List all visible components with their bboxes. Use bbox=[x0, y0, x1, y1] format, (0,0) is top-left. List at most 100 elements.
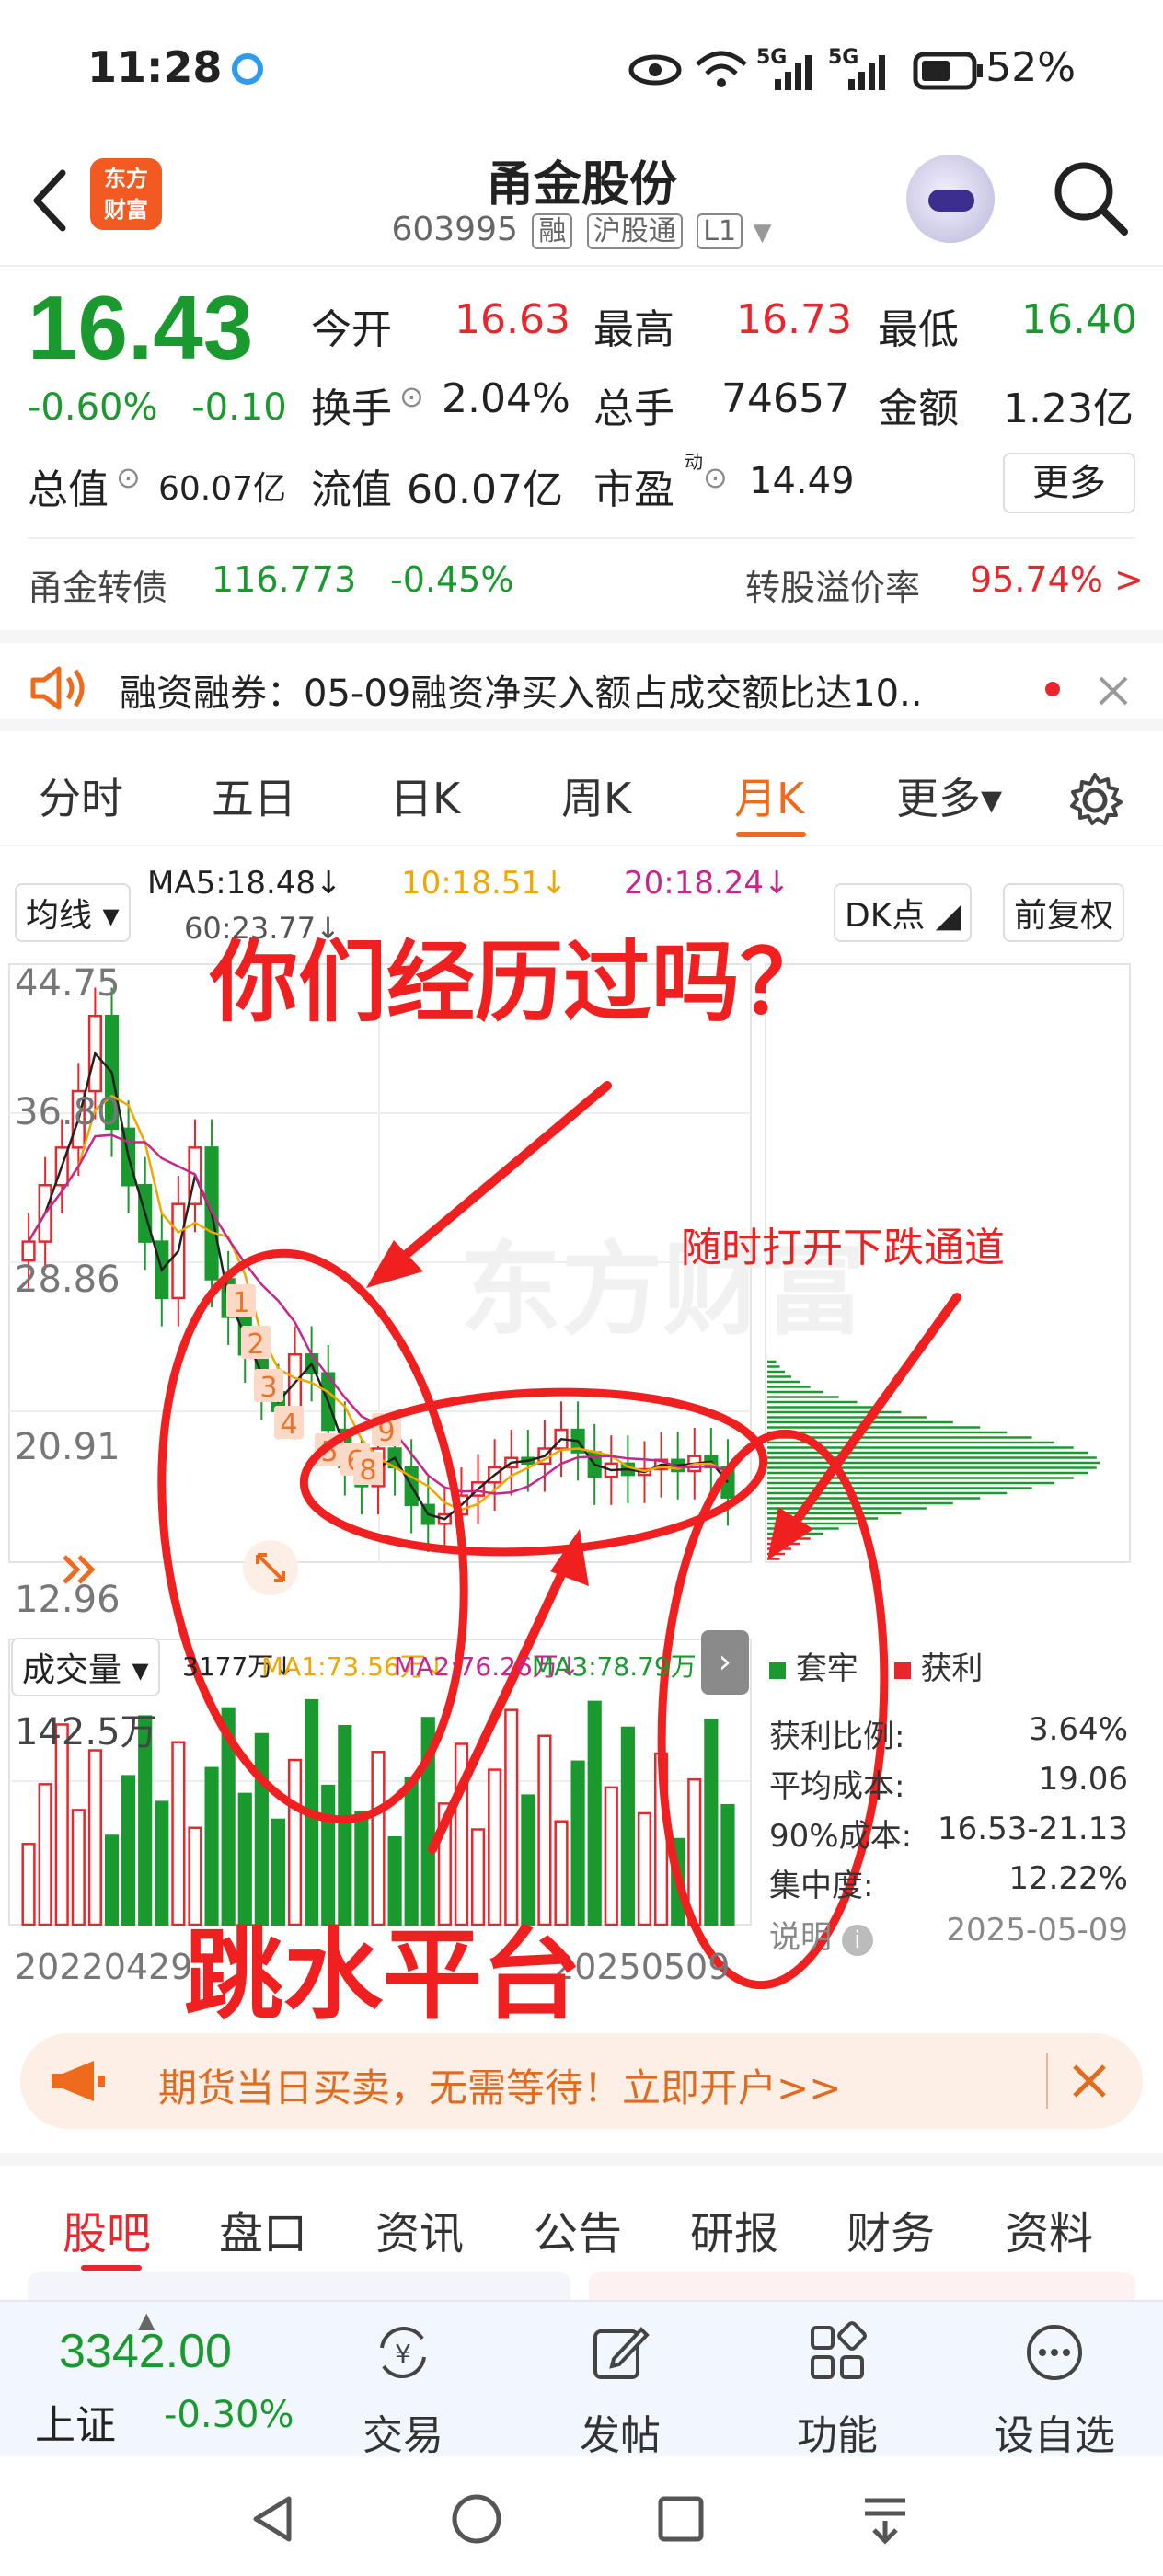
tab-more[interactable]: 更多▾ bbox=[896, 765, 1002, 826]
gear-icon[interactable] bbox=[1065, 771, 1124, 830]
signal-marker-label: 3 bbox=[259, 1372, 277, 1404]
volume-bar bbox=[38, 1783, 52, 1926]
vol-max-label: 142.5万 bbox=[15, 1711, 157, 1754]
tab-orderbook[interactable]: 盘口 bbox=[219, 2197, 307, 2261]
tab-announcements[interactable]: 公告 bbox=[534, 2197, 622, 2261]
signal-marker-label: 4 bbox=[280, 1409, 297, 1441]
info-icon-2[interactable]: ⊙ bbox=[116, 460, 141, 495]
pe-superscript: 动 bbox=[685, 451, 703, 473]
amount-value: 1.23亿 bbox=[1003, 385, 1134, 432]
mcap-label: 总值 bbox=[28, 466, 109, 513]
dock-add-watchlist[interactable]: 设自选 bbox=[981, 2320, 1128, 2461]
volume-bar bbox=[704, 1718, 719, 1926]
info-icon-3[interactable]: ⊙ bbox=[703, 460, 728, 495]
premium-value[interactable]: 95.74% > bbox=[970, 559, 1144, 600]
dropdown-icon[interactable]: ▼ bbox=[754, 219, 772, 247]
chip-row-value: 16.53-21.13 bbox=[938, 1811, 1128, 1847]
volume-selector[interactable]: 成交量 ▾ bbox=[11, 1638, 160, 1696]
notice-bar[interactable]: 融资融券：05-09融资净买入额占成交额比达10.. bbox=[0, 630, 1163, 731]
nav-back-icon[interactable] bbox=[248, 2493, 296, 2545]
tab-daily-k[interactable]: 日K bbox=[390, 765, 460, 826]
annotation-bottom: 跳水平台 bbox=[184, 1918, 582, 2033]
nav-home-icon[interactable] bbox=[451, 2493, 502, 2545]
volume-bar bbox=[71, 1809, 86, 1926]
more-dots-icon bbox=[1027, 2325, 1082, 2380]
tag-level: L1 bbox=[697, 213, 743, 249]
amount-label: 金额 bbox=[878, 385, 959, 432]
tab-intraday[interactable]: 分时 bbox=[39, 765, 123, 826]
float-value: 60.07亿 bbox=[407, 466, 563, 513]
speaker-icon bbox=[30, 666, 85, 710]
pe-value: 14.49 bbox=[749, 460, 855, 502]
chart-tabs: 分时 五日 日K 周K 月K 更多▾ bbox=[0, 745, 1163, 846]
volume-bar bbox=[687, 1777, 702, 1926]
megaphone-icon bbox=[52, 2061, 105, 2101]
search-icon[interactable] bbox=[1049, 156, 1132, 239]
double-chevron-icon[interactable] bbox=[53, 1544, 105, 1595]
nav-notification-icon[interactable] bbox=[859, 2493, 911, 2545]
battery-icon bbox=[913, 52, 983, 90]
nav-recents-icon[interactable] bbox=[657, 2495, 705, 2543]
index-value[interactable]: 3342.00 bbox=[59, 2324, 232, 2379]
bond-name[interactable]: 甬金转债 bbox=[28, 559, 167, 610]
tab-research[interactable]: 研报 bbox=[690, 2197, 778, 2261]
promo-banner[interactable]: 期货当日买卖，无需等待！立即开户>> bbox=[20, 2033, 1143, 2129]
tab-forum[interactable]: 股吧 bbox=[63, 2197, 151, 2261]
volume-bar bbox=[620, 1726, 635, 1926]
tab-news[interactable]: 资讯 bbox=[375, 2197, 464, 2261]
vol-legend-4: MA3:78.79万↓ bbox=[532, 1651, 719, 1682]
y-label-4: 20.91 bbox=[15, 1426, 121, 1468]
chip-row-value: 19.06 bbox=[1038, 1761, 1128, 1798]
dock-trade[interactable]: ¥ 交易 bbox=[329, 2320, 477, 2461]
status-bar: 11:28 5G 5G 52% bbox=[0, 0, 1163, 138]
edit-icon bbox=[593, 2327, 650, 2379]
volume-bar bbox=[604, 1786, 618, 1926]
dock-functions[interactable]: 功能 bbox=[764, 2320, 911, 2461]
stock-code: 603995 bbox=[391, 211, 518, 248]
tab-weekly-k[interactable]: 周K bbox=[561, 765, 631, 826]
tag-connect: 沪股通 bbox=[586, 213, 683, 249]
tab-profile[interactable]: 资料 bbox=[1005, 2197, 1093, 2261]
info-icon[interactable]: ⊙ bbox=[399, 379, 424, 414]
low-value: 16.40 bbox=[1021, 296, 1137, 343]
change-pct: -0.60% bbox=[28, 386, 158, 429]
change-abs: -0.10 bbox=[191, 386, 287, 429]
bond-change: -0.45% bbox=[390, 559, 514, 600]
dock-post[interactable]: 发帖 bbox=[547, 2320, 694, 2461]
active-bottom-tab-indicator bbox=[81, 2265, 142, 2271]
tab-five-day[interactable]: 五日 bbox=[212, 765, 296, 826]
chip-note[interactable]: 说明 i bbox=[769, 1912, 873, 1957]
chip-distribution-group bbox=[767, 1360, 1100, 1560]
close-icon[interactable] bbox=[1095, 673, 1132, 709]
volume-bar bbox=[155, 1800, 169, 1926]
chip-panel: 套牢 获利 获利比例: 3.64% 平均成本: 19.06 90%成本: 16.… bbox=[769, 1636, 1134, 1956]
high-value: 16.73 bbox=[736, 296, 852, 343]
robot-avatar[interactable] bbox=[906, 155, 995, 243]
volume-bar bbox=[504, 1708, 519, 1926]
expand-icon[interactable] bbox=[241, 1538, 300, 1597]
volume-bar bbox=[87, 1749, 103, 1926]
eye-icon bbox=[628, 54, 682, 86]
wifi-icon bbox=[696, 51, 747, 87]
chip-legend: 套牢 获利 bbox=[769, 1643, 983, 1688]
y-label-1: 44.75 bbox=[15, 962, 121, 1005]
notice-text: 融资融券：05-09融资净买入额占成交额比达10.. bbox=[120, 673, 923, 715]
chip-row-label: 平均成本: bbox=[769, 1768, 905, 1805]
volume-bar bbox=[121, 1775, 136, 1926]
tab-monthly-k[interactable]: 月K bbox=[734, 765, 804, 826]
status-time: 11:28 bbox=[87, 42, 223, 92]
tab-finance[interactable]: 财务 bbox=[846, 2197, 935, 2261]
chip-row-value: 12.22% bbox=[1008, 1860, 1128, 1897]
y-label-3: 28.86 bbox=[15, 1259, 121, 1301]
premium-label: 转股溢价率 bbox=[745, 568, 921, 608]
active-tab-indicator bbox=[736, 832, 806, 837]
svg-text:¥: ¥ bbox=[395, 2339, 411, 2369]
date-start: 20220429 bbox=[15, 1947, 193, 1987]
chip-row-label: 集中度: bbox=[769, 1868, 874, 1904]
close-icon[interactable] bbox=[1069, 2061, 1110, 2101]
bottom-dock: ▲ 3342.00 上证 -0.30% ¥ 交易 发帖 功能 设自选 bbox=[0, 2300, 1163, 2459]
chevron-right-icon[interactable]: › bbox=[701, 1630, 749, 1695]
yen-cycle-icon: ¥ bbox=[380, 2326, 426, 2379]
more-button[interactable]: 更多 bbox=[1003, 453, 1135, 513]
battery-percent: 52% bbox=[985, 44, 1076, 91]
